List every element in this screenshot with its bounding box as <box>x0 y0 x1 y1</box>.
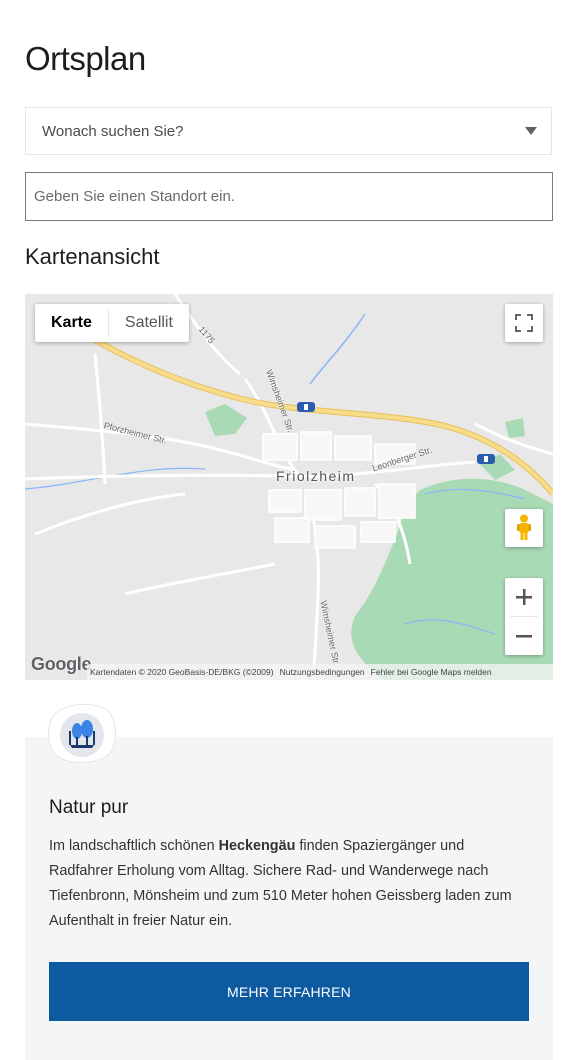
terms-link[interactable]: Nutzungsbedingungen <box>280 667 365 677</box>
map-type-control: Karte Satellit <box>35 304 189 342</box>
map-canvas[interactable] <box>25 294 553 680</box>
street-view-button[interactable] <box>505 509 543 547</box>
fullscreen-button[interactable] <box>505 304 543 342</box>
map-type-karte-button[interactable]: Karte <box>35 304 108 342</box>
google-logo[interactable]: Google <box>31 654 92 675</box>
zoom-control <box>505 578 543 655</box>
pegman-icon <box>517 514 531 540</box>
town-label: Friolzheim <box>276 468 356 484</box>
highway-shield-icon <box>297 402 315 412</box>
caret-down-icon <box>525 127 537 135</box>
more-button[interactable]: MEHR ERFAHREN <box>49 962 529 1021</box>
category-select-value: Wonach suchen Sie? <box>42 123 184 140</box>
town-blocks <box>262 431 416 549</box>
page-title: Ortsplan <box>25 40 146 77</box>
plus-icon <box>516 589 532 605</box>
zoom-out-button[interactable] <box>505 617 543 655</box>
zoom-in-button[interactable] <box>505 578 543 616</box>
report-error-link[interactable]: Fehler bei Google Maps melden <box>371 667 492 677</box>
map[interactable]: Pforzheimer Str. Wimsheimer Str. Leonber… <box>25 294 553 680</box>
card-text: Im landschaftlich schönen Heckengäu find… <box>49 834 529 934</box>
map-attribution: Kartendaten © 2020 GeoBasis-DE/BKG (©200… <box>90 667 274 677</box>
card-badge <box>46 701 118 765</box>
map-section-title: Kartenansicht <box>25 244 160 269</box>
minus-icon <box>516 635 532 638</box>
map-attribution-bar: Kartendaten © 2020 GeoBasis-DE/BKG (©200… <box>87 664 553 680</box>
highway-shield-icon <box>477 454 495 464</box>
location-input[interactable] <box>25 172 553 221</box>
map-type-satellit-button[interactable]: Satellit <box>109 304 189 342</box>
card-text-intro: Im landschaftlich schönen <box>49 838 219 854</box>
category-select[interactable]: Wonach suchen Sie? <box>25 107 552 155</box>
fullscreen-icon <box>515 314 533 332</box>
card-title: Natur pur <box>49 797 129 818</box>
card-text-highlight: Heckengäu <box>218 838 296 854</box>
